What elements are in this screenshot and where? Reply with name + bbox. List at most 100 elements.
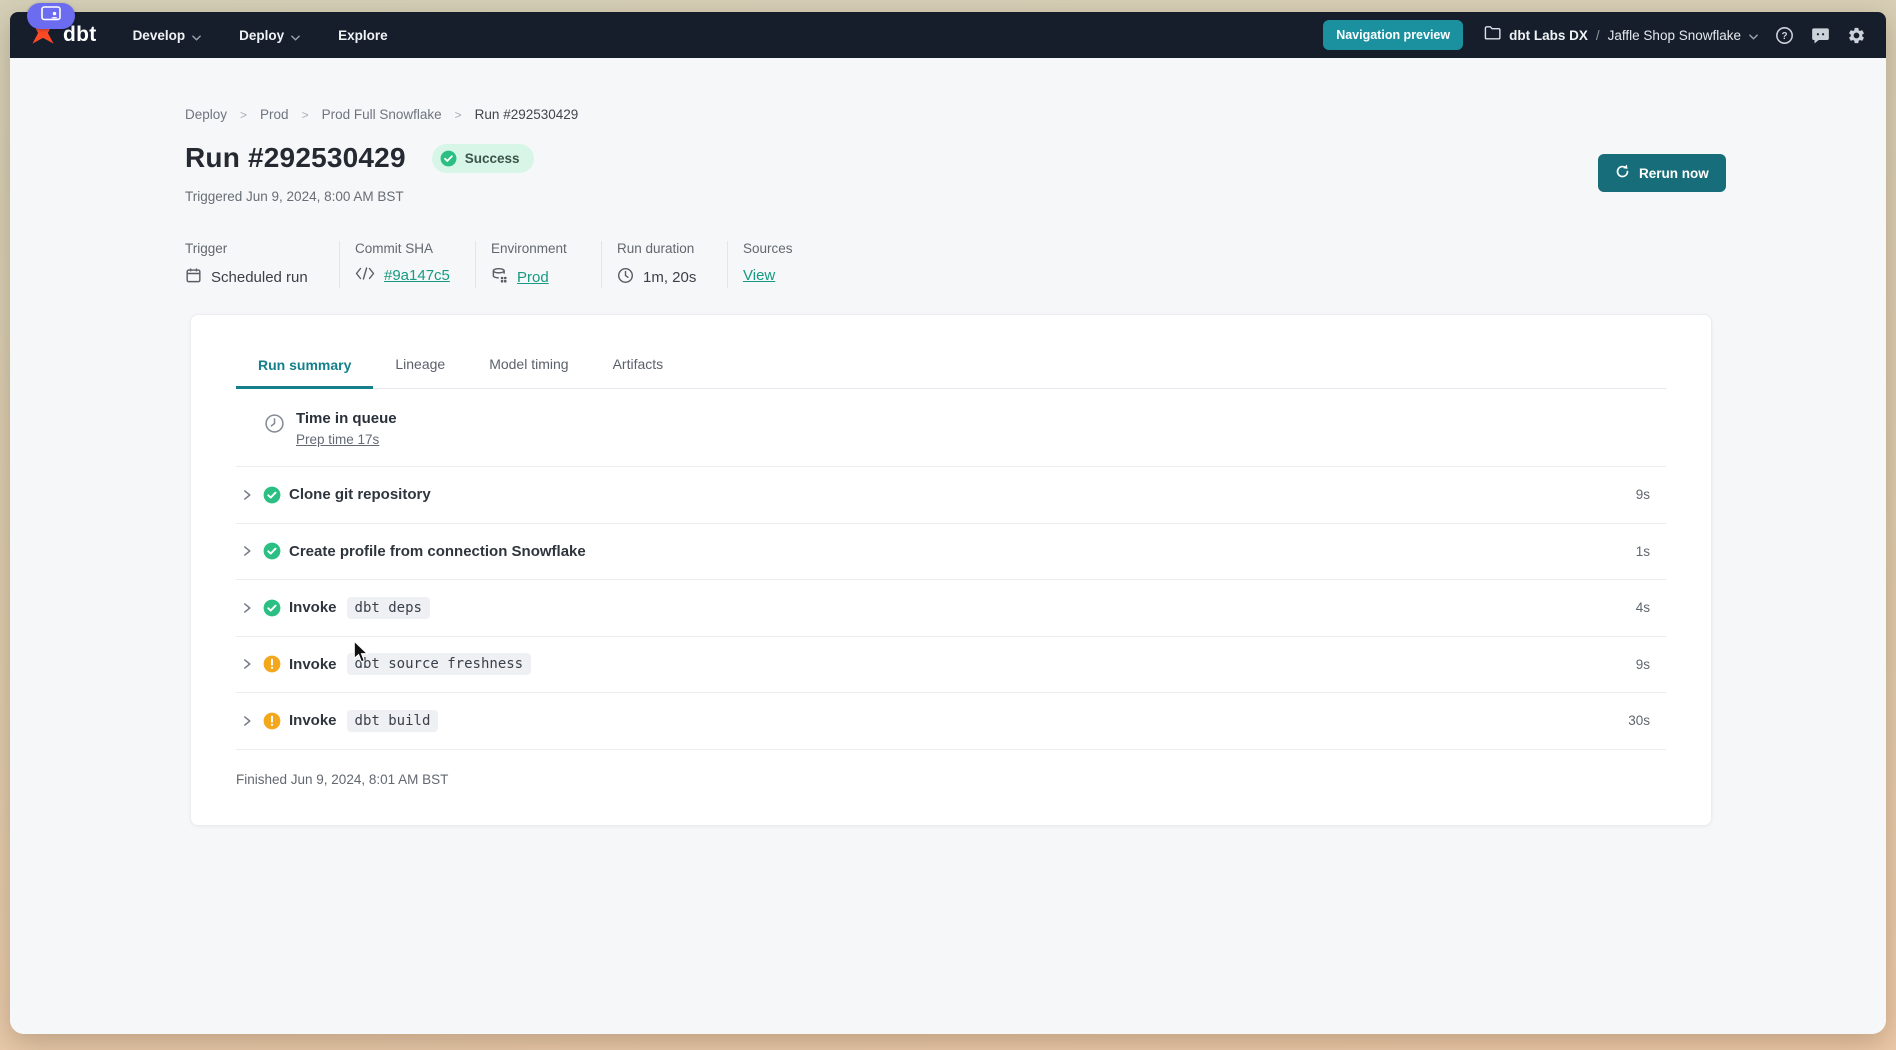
refresh-icon [1615, 164, 1630, 182]
feedback-icon[interactable] [1811, 26, 1830, 45]
breadcrumb-run: Run #292530429 [475, 107, 579, 122]
title-row: Run #292530429 Success [185, 142, 534, 174]
step-duration: 9s [1636, 487, 1666, 502]
breadcrumb-job[interactable]: Prod Full Snowflake [322, 107, 442, 122]
meta-value-text: Scheduled run [211, 269, 308, 286]
chevron-right-icon[interactable] [243, 544, 252, 558]
finished-timestamp: Finished Jun 9, 2024, 8:01 AM BST [236, 749, 1666, 787]
chevron-right-icon[interactable] [243, 714, 252, 728]
nav-item-develop[interactable]: Develop [133, 27, 202, 44]
screen-share-icon [41, 6, 61, 26]
step-duration: 1s [1636, 544, 1666, 559]
step-row-dbt-deps[interactable]: Invoke dbt deps 4s [236, 579, 1666, 636]
meta-value-text: 1m, 20s [643, 269, 696, 286]
run-meta-row: Trigger Scheduled run Commit SHA #9a147c… [185, 241, 793, 288]
folder-icon [1484, 25, 1501, 45]
step-label: Invoke [289, 712, 337, 729]
meta-commit-sha: Commit SHA #9a147c5 [339, 241, 475, 288]
triggered-timestamp: Triggered Jun 9, 2024, 8:00 AM BST [185, 189, 404, 204]
chevron-down-icon [291, 29, 300, 44]
breadcrumb-separator: > [302, 108, 309, 122]
page-title: Run #292530429 [185, 142, 406, 174]
step-row-create-profile[interactable]: Create profile from connection Snowflake… [236, 523, 1666, 580]
step-label: Invoke [289, 599, 337, 616]
gear-icon[interactable] [1847, 26, 1866, 45]
step-label: Clone git repository [289, 486, 431, 503]
step-label: Create profile from connection Snowflake [289, 543, 586, 560]
step-duration: 9s [1636, 657, 1666, 672]
tab-artifacts[interactable]: Artifacts [591, 356, 686, 388]
main-nav: Develop Deploy Explore [133, 27, 388, 44]
run-summary-card: Run summary Lineage Model timing Artifac… [190, 314, 1712, 826]
breadcrumb-separator: > [240, 108, 247, 122]
top-nav: dbt Develop Deploy Explore Navigation pr… [10, 12, 1886, 58]
status-badge-label: Success [465, 151, 520, 166]
topnav-right: Navigation preview dbt Labs DX / Jaffle … [1323, 20, 1866, 50]
project-switcher[interactable]: dbt Labs DX / Jaffle Shop Snowflake [1484, 25, 1758, 45]
breadcrumb-prod[interactable]: Prod [260, 107, 289, 122]
check-circle-icon [263, 486, 281, 504]
check-circle-icon [263, 542, 281, 560]
chevron-right-icon[interactable] [243, 488, 252, 502]
tabs: Run summary Lineage Model timing Artifac… [236, 315, 1666, 389]
queue-title: Time in queue [296, 410, 397, 427]
commit-sha-link[interactable]: #9a147c5 [384, 267, 450, 284]
step-command-chip: dbt deps [347, 597, 430, 619]
nav-item-explore[interactable]: Explore [338, 27, 388, 44]
step-duration: 4s [1636, 600, 1666, 615]
chevron-right-icon[interactable] [243, 601, 252, 615]
rerun-now-label: Rerun now [1639, 166, 1709, 181]
step-duration: 30s [1628, 713, 1666, 728]
clock-icon [617, 267, 634, 288]
tab-model-timing[interactable]: Model timing [467, 356, 590, 388]
calendar-icon [185, 267, 202, 288]
chevron-down-icon [1749, 27, 1758, 45]
code-icon [355, 267, 375, 284]
main-content: Deploy > Prod > Prod Full Snowflake > Ru… [10, 58, 1886, 1034]
meta-label: Environment [491, 241, 601, 256]
screen-share-indicator[interactable] [27, 3, 75, 29]
step-row-dbt-source-freshness[interactable]: Invoke dbt source freshness 9s [236, 636, 1666, 693]
status-badge: Success [432, 144, 534, 173]
step-row-clone-git[interactable]: Clone git repository 9s [236, 466, 1666, 523]
step-label: Invoke [289, 656, 337, 673]
nav-item-label: Deploy [239, 28, 284, 43]
org-name: dbt Labs DX [1509, 28, 1588, 43]
app-window: dbt Develop Deploy Explore Navigation pr… [10, 12, 1886, 1034]
check-circle-icon [440, 150, 457, 167]
breadcrumb-deploy[interactable]: Deploy [185, 107, 227, 122]
meta-label: Commit SHA [355, 241, 475, 256]
nav-item-label: Explore [338, 28, 388, 43]
prep-time-link[interactable]: Prep time 17s [296, 432, 379, 447]
tab-run-summary[interactable]: Run summary [236, 357, 373, 389]
chevron-right-icon[interactable] [243, 657, 252, 671]
step-command-chip: dbt build [347, 710, 439, 732]
meta-trigger: Trigger Scheduled run [185, 241, 339, 288]
breadcrumb: Deploy > Prod > Prod Full Snowflake > Ru… [185, 107, 578, 122]
project-name: Jaffle Shop Snowflake [1608, 28, 1741, 43]
meta-label: Run duration [617, 241, 727, 256]
database-icon [491, 267, 508, 288]
environment-link[interactable]: Prod [517, 269, 549, 286]
warning-circle-icon [263, 712, 281, 730]
step-command-chip: dbt source freshness [347, 653, 532, 675]
meta-run-duration: Run duration 1m, 20s [601, 241, 727, 288]
queue-clock-icon [264, 413, 285, 439]
meta-label: Trigger [185, 241, 339, 256]
check-circle-icon [263, 599, 281, 617]
org-project-separator: / [1596, 28, 1600, 43]
step-row-dbt-build[interactable]: Invoke dbt build 30s [236, 692, 1666, 749]
meta-sources: Sources View [727, 241, 793, 288]
breadcrumb-separator: > [455, 108, 462, 122]
meta-label: Sources [743, 241, 793, 256]
nav-item-label: Develop [133, 28, 186, 43]
warning-circle-icon [263, 655, 281, 673]
nav-item-deploy[interactable]: Deploy [239, 27, 300, 44]
chevron-down-icon [192, 29, 201, 44]
tab-lineage[interactable]: Lineage [373, 356, 467, 388]
help-icon[interactable]: ? [1775, 26, 1794, 45]
sources-view-link[interactable]: View [743, 267, 775, 284]
svg-text:?: ? [1781, 31, 1787, 42]
navigation-preview-button[interactable]: Navigation preview [1323, 20, 1463, 50]
rerun-now-button[interactable]: Rerun now [1598, 154, 1726, 192]
